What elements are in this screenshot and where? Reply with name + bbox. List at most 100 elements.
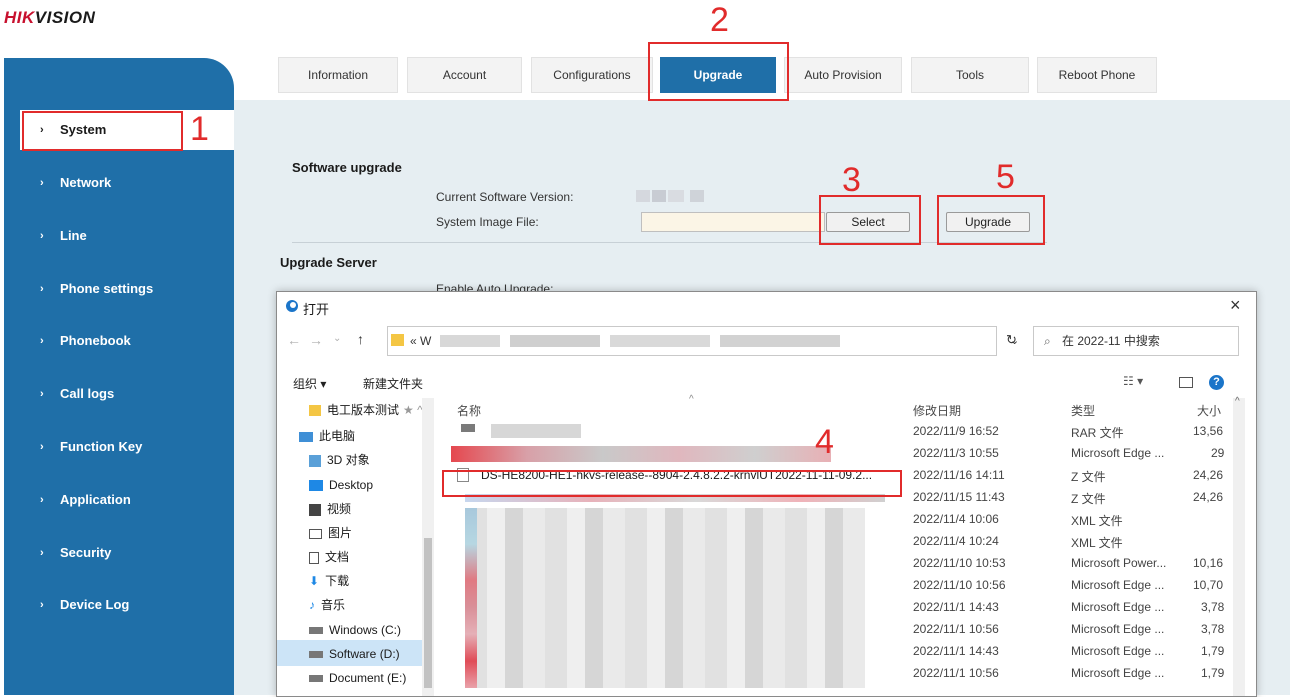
navigation-pane: 电工版本测试 ★ ^ 此电脑 3D 对象 Desktop 视频 图片 文档 ⬇ 下载… bbox=[277, 398, 437, 696]
file-size: 10,16 bbox=[1193, 556, 1224, 570]
nav-item-desktop[interactable]: Desktop bbox=[309, 473, 373, 497]
nav-item-music[interactable]: ♪ 音乐 bbox=[309, 593, 345, 617]
nav-item-drive-e[interactable]: Document (E:) bbox=[309, 666, 406, 690]
annotation-number-2: 2 bbox=[710, 1, 729, 39]
search-box[interactable]: ⌕ 在 2022-11 中搜索 bbox=[1033, 326, 1239, 356]
music-icon: ♪ bbox=[309, 598, 315, 612]
file-size: 24,26 bbox=[1193, 468, 1224, 482]
picture-icon bbox=[309, 528, 322, 539]
column-header-date[interactable]: 修改日期 bbox=[913, 402, 961, 419]
software-upgrade-title: Software upgrade bbox=[292, 160, 402, 175]
refresh-icon[interactable]: ↻ bbox=[1006, 332, 1017, 348]
file-type: XML 文件 bbox=[1071, 514, 1123, 528]
file-list-scrollbar[interactable]: ^ bbox=[1233, 396, 1245, 696]
upgrade-server-title: Upgrade Server bbox=[280, 255, 377, 270]
file-type: Z 文件 bbox=[1071, 470, 1106, 484]
file-size: 1,79 bbox=[1201, 644, 1225, 658]
redacted-file-icons bbox=[465, 508, 477, 688]
tab-account[interactable]: Account bbox=[407, 57, 522, 93]
file-date: 2022/11/1 14:43 bbox=[913, 600, 999, 614]
chevron-right-icon: › bbox=[40, 230, 44, 242]
video-icon bbox=[309, 503, 321, 516]
annotation-box-1 bbox=[22, 111, 183, 151]
nav-item-drive-d[interactable]: Software (D:) bbox=[309, 642, 400, 666]
chevron-right-icon: › bbox=[40, 599, 44, 611]
nav-item-drive-c[interactable]: Windows (C:) bbox=[309, 618, 401, 642]
recent-dropdown-icon[interactable]: ⌄ bbox=[333, 333, 341, 344]
file-date: 2022/11/1 10:56 bbox=[913, 622, 999, 636]
nav-item-label: 电工版本测试 bbox=[327, 403, 400, 417]
annotation-box-2 bbox=[648, 42, 789, 101]
sidebar-item-function-key[interactable]: › Function Key bbox=[4, 427, 234, 467]
file-size: 3,78 bbox=[1201, 622, 1225, 636]
organize-menu[interactable]: 组织 ▾ bbox=[293, 375, 326, 392]
help-icon[interactable]: ? bbox=[1209, 375, 1224, 390]
address-bar[interactable]: « W ⌄ bbox=[387, 326, 1019, 356]
file-size: 10,70 bbox=[1193, 578, 1224, 592]
column-header-type[interactable]: 类型 bbox=[1071, 402, 1095, 419]
drive-icon bbox=[309, 675, 323, 683]
computer-icon bbox=[299, 431, 313, 442]
up-arrow-icon[interactable]: ↑ bbox=[357, 331, 364, 347]
tab-reboot-phone[interactable]: Reboot Phone bbox=[1037, 57, 1157, 93]
nav-item-label: 3D 对象 bbox=[327, 453, 370, 467]
file-date: 2022/11/1 14:43 bbox=[913, 644, 999, 658]
nav-item-this-pc[interactable]: 此电脑 bbox=[299, 424, 355, 448]
nav-item-documents[interactable]: 文档 bbox=[309, 545, 349, 569]
redacted-filename bbox=[461, 424, 475, 432]
nav-scrollbar[interactable] bbox=[422, 398, 434, 696]
nav-item-downloads[interactable]: ⬇ 下载 bbox=[309, 569, 349, 593]
annotation-box-4 bbox=[442, 470, 902, 497]
nav-item-3d-objects[interactable]: 3D 对象 bbox=[309, 448, 370, 472]
nav-item-label: 文档 bbox=[325, 550, 350, 564]
desktop-icon bbox=[309, 480, 323, 492]
folder-icon bbox=[309, 405, 321, 417]
column-header-size[interactable]: 大小 bbox=[1197, 402, 1221, 419]
annotation-number-3: 3 bbox=[842, 161, 861, 199]
chevron-right-icon: › bbox=[40, 388, 44, 400]
file-type: Z 文件 bbox=[1071, 492, 1106, 506]
tab-auto-provision[interactable]: Auto Provision bbox=[784, 57, 902, 93]
annotation-number-4: 4 bbox=[815, 423, 834, 461]
nav-item-label: Desktop bbox=[329, 478, 374, 492]
sidebar-item-line[interactable]: › Line bbox=[4, 216, 234, 256]
sidebar-item-network[interactable]: › Network bbox=[4, 163, 234, 203]
redacted-path bbox=[510, 335, 600, 347]
dialog-title: 打开 bbox=[303, 302, 330, 317]
system-image-file-field[interactable] bbox=[641, 212, 825, 232]
file-size: 29 bbox=[1211, 446, 1225, 460]
navigation-row: ← → ⌄ ↑ « W ⌄ ↻ ⌕ 在 2022-11 中搜索 bbox=[277, 324, 1256, 364]
sidebar-item-call-logs[interactable]: › Call logs bbox=[4, 374, 234, 414]
tab-tools[interactable]: Tools bbox=[911, 57, 1029, 93]
sidebar-item-device-log[interactable]: › Device Log bbox=[4, 585, 234, 625]
scroll-up-icon[interactable]: ^ bbox=[1235, 396, 1240, 407]
nav-item-label: Windows (C:) bbox=[329, 623, 402, 637]
column-header-name[interactable]: 名称 bbox=[457, 402, 481, 419]
file-type: Microsoft Edge ... bbox=[1071, 666, 1165, 680]
tab-information[interactable]: Information bbox=[278, 57, 398, 93]
nav-item-videos[interactable]: 视频 bbox=[309, 497, 351, 521]
file-type: Microsoft Power... bbox=[1071, 556, 1167, 570]
sidebar-item-phone-settings[interactable]: › Phone settings bbox=[4, 269, 234, 309]
address-path: « W bbox=[410, 334, 432, 348]
search-icon: ⌕ bbox=[1044, 334, 1051, 348]
nav-scrollbar-thumb[interactable] bbox=[424, 538, 432, 688]
redacted-file-list bbox=[465, 508, 865, 688]
redacted-path bbox=[440, 335, 500, 347]
file-date: 2022/11/3 10:55 bbox=[913, 446, 999, 460]
close-icon[interactable]: × bbox=[1230, 295, 1241, 316]
back-arrow-icon[interactable]: ← bbox=[287, 332, 301, 348]
file-size: 13,56 bbox=[1193, 424, 1224, 438]
chevron-right-icon: › bbox=[40, 335, 44, 347]
tab-configurations[interactable]: Configurations bbox=[531, 57, 653, 93]
file-size: 3,78 bbox=[1201, 600, 1225, 614]
nav-item-pictures[interactable]: 图片 bbox=[309, 521, 352, 545]
sidebar-item-phonebook[interactable]: › Phonebook bbox=[4, 321, 234, 361]
forward-arrow-icon[interactable]: → bbox=[309, 332, 323, 348]
view-options-icon[interactable]: ☷ ▾ bbox=[1123, 374, 1143, 388]
preview-pane-icon[interactable] bbox=[1179, 377, 1193, 388]
sidebar-item-security[interactable]: › Security bbox=[4, 533, 234, 573]
nav-item-quick-folder[interactable]: 电工版本测试 ★ ^ bbox=[309, 398, 423, 422]
sidebar-item-application[interactable]: › Application bbox=[4, 480, 234, 520]
new-folder-button[interactable]: 新建文件夹 bbox=[363, 375, 423, 392]
